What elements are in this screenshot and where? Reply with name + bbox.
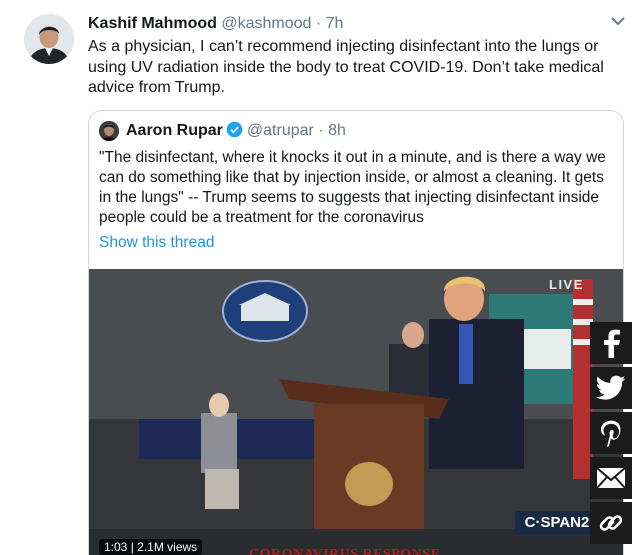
video-player[interactable]: LIVE C·SPAN2 CORONAVIRUS RESPONSE 1:03 |…: [89, 269, 623, 555]
pinterest-share-button[interactable]: [590, 412, 632, 454]
quoted-author-handle[interactable]: @atrupar: [247, 122, 314, 139]
pinterest-icon: [600, 420, 621, 447]
twitter-share-button[interactable]: [590, 367, 632, 409]
tweet-header: Kashif Mahmood @kashmood · 7h: [88, 14, 343, 34]
tweet-time[interactable]: 7h: [326, 15, 344, 32]
live-label: LIVE: [549, 277, 584, 292]
quoted-tweet[interactable]: Aaron Rupar @atrupar · 8h "The disinfecta…: [88, 110, 624, 555]
show-thread-link[interactable]: Show this thread: [99, 233, 214, 253]
copy-link-button[interactable]: [590, 502, 632, 544]
video-banner: CORONAVIRUS RESPONSE: [249, 547, 441, 555]
link-icon: [599, 515, 623, 531]
video-duration-views: 1:03 | 2.1M views: [99, 539, 203, 555]
facebook-icon: [604, 329, 620, 358]
quoted-author-name[interactable]: Aaron Rupar: [126, 122, 223, 139]
tweet: Kashif Mahmood @kashmood · 7h As a physi…: [0, 0, 641, 555]
author-name[interactable]: Kashif Mahmood: [88, 15, 217, 32]
quoted-author-avatar[interactable]: [99, 121, 119, 141]
facebook-share-button[interactable]: [590, 322, 632, 364]
verified-badge-icon: [226, 121, 243, 138]
author-avatar[interactable]: [24, 14, 74, 64]
dot-separator: ·: [313, 122, 329, 139]
tweet-text: As a physician, I can’t recommend inject…: [88, 38, 604, 96]
quoted-tweet-time[interactable]: 8h: [328, 122, 346, 139]
author-handle[interactable]: @kashmood: [221, 15, 311, 32]
chevron-down-icon[interactable]: [610, 14, 626, 28]
quoted-tweet-header: Aaron Rupar @atrupar · 8h: [126, 121, 346, 141]
email-share-button[interactable]: [590, 457, 632, 499]
quoted-tweet-text: "The disinfectant, where it knocks it ou…: [99, 149, 606, 226]
email-icon: [596, 467, 626, 489]
share-bar: [590, 322, 632, 547]
twitter-icon: [596, 375, 626, 400]
network-logo: C·SPAN2: [515, 511, 599, 535]
dot-separator: ·: [311, 15, 326, 32]
